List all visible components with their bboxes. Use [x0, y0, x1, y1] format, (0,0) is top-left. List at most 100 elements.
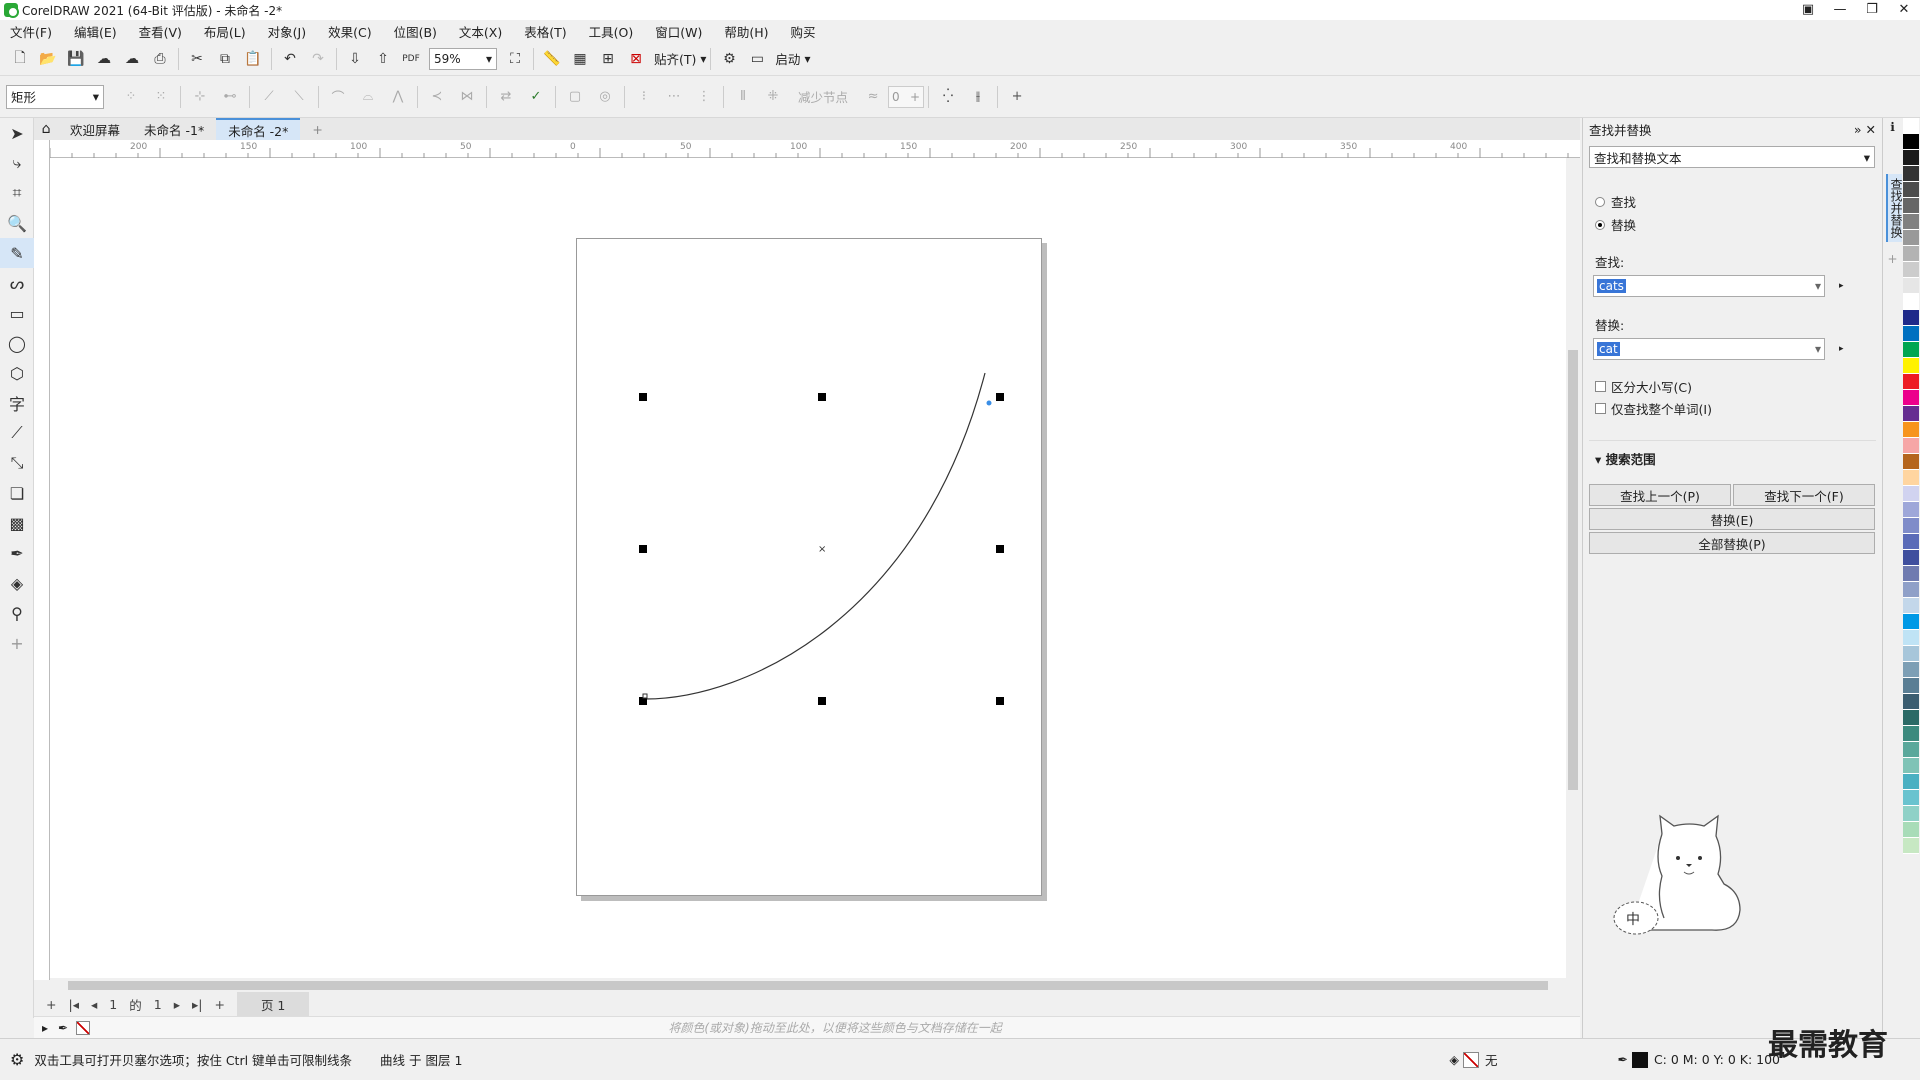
collapse-icon[interactable]: » — [1854, 122, 1862, 137]
select-all-icon[interactable]: ⁜ — [762, 86, 784, 108]
first-page-icon[interactable]: |◂ — [68, 997, 79, 1012]
palette-swatch[interactable] — [1903, 310, 1919, 326]
node-alignment-icon[interactable]: ⫲ — [967, 86, 989, 108]
join-nodes-icon[interactable]: ⟋ — [258, 86, 280, 108]
page-tab[interactable]: 页 1 — [236, 991, 310, 1017]
replace-all-button[interactable]: 全部替换(P) — [1589, 532, 1875, 554]
hints-icon[interactable]: ℹ — [1883, 120, 1902, 134]
smooth-node-icon[interactable]: ≺ — [426, 86, 448, 108]
elastic-mode-icon[interactable]: ⫴ — [732, 86, 754, 108]
palette-swatch[interactable] — [1903, 470, 1919, 486]
match-case-checkbox[interactable]: 区分大小写(C) — [1595, 377, 1870, 396]
redo-icon[interactable]: ↷ — [307, 48, 329, 70]
pick-tool-icon[interactable]: ➤ — [0, 118, 34, 148]
zoom-level-select[interactable]: 59% ▾ — [429, 47, 497, 70]
shape-type-select[interactable]: 矩形 ▾ — [6, 84, 104, 109]
add-docker-icon[interactable]: + — [1883, 252, 1902, 266]
grid-icon[interactable]: ▦ — [569, 48, 591, 70]
palette-swatch[interactable] — [1903, 678, 1919, 694]
menu-help[interactable]: 帮助(H) — [724, 22, 768, 41]
palette-swatch[interactable] — [1903, 118, 1919, 134]
parallel-dimension-icon[interactable]: ⟋ — [0, 418, 34, 448]
next-page-icon[interactable]: ▸ — [174, 997, 180, 1012]
full-screen-icon[interactable]: ⛶ — [504, 48, 526, 70]
tab-untitled-1[interactable]: 未命名 -1* — [132, 118, 216, 140]
palette-swatch[interactable] — [1903, 518, 1919, 534]
zoom-tool-icon[interactable]: 🔍 — [0, 208, 34, 238]
no-fill-swatch[interactable] — [1462, 1051, 1479, 1068]
cloud-upload-icon[interactable]: ☁ — [121, 48, 143, 70]
menu-object[interactable]: 对象(J) — [268, 22, 306, 41]
palette-swatch[interactable] — [1903, 774, 1919, 790]
palette-swatch[interactable] — [1903, 582, 1919, 598]
selection-handle[interactable] — [996, 393, 1004, 401]
snap-to-dropdown[interactable]: 贴齐(T) — [654, 49, 696, 68]
crop-tool-icon[interactable]: ⌗ — [0, 178, 34, 208]
add-tool-icon[interactable]: + — [0, 628, 34, 658]
cloud-download-icon[interactable]: ☁ — [93, 48, 115, 70]
break-curve-icon[interactable]: ⟍ — [288, 86, 310, 108]
palette-swatch[interactable] — [1903, 198, 1919, 214]
palette-swatch[interactable] — [1903, 742, 1919, 758]
launch-icon[interactable]: ▭ — [746, 48, 768, 70]
nodes-icon[interactable]: ⁙ — [150, 86, 172, 108]
find-input[interactable]: cats ▾ — [1593, 275, 1825, 297]
palette-swatch[interactable] — [1903, 182, 1919, 198]
vertical-scroll-thumb[interactable] — [1568, 350, 1578, 790]
tab-welcome[interactable]: 欢迎屏幕 — [58, 118, 132, 140]
palette-swatch[interactable] — [1903, 758, 1919, 774]
palette-swatch[interactable] — [1903, 806, 1919, 822]
palette-swatch[interactable] — [1903, 694, 1919, 710]
nodes-selection-icon[interactable]: ⁛ — [937, 86, 959, 108]
palette-swatch[interactable] — [1903, 502, 1919, 518]
menu-bitmap[interactable]: 位图(B) — [394, 22, 437, 41]
end-node[interactable] — [986, 400, 992, 406]
palette-swatch[interactable] — [1903, 246, 1919, 262]
palette-swatch[interactable] — [1903, 630, 1919, 646]
rectangle-tool-icon[interactable]: ▭ — [0, 298, 34, 328]
whole-word-checkbox[interactable]: 仅查找整个单词(I) — [1595, 399, 1870, 418]
extend-curve-icon[interactable]: ✓ — [525, 86, 547, 108]
menu-effects[interactable]: 效果(C) — [328, 22, 371, 41]
polygon-tool-icon[interactable]: ⬡ — [0, 358, 34, 388]
reduce-nodes-button[interactable]: 减少节点 — [798, 87, 848, 106]
palette-swatch[interactable] — [1903, 566, 1919, 582]
palette-swatch[interactable] — [1903, 374, 1919, 390]
replace-button[interactable]: 替换(E) — [1589, 508, 1875, 530]
chevron-down-icon[interactable]: ▾ — [700, 52, 706, 66]
selection-handle[interactable] — [639, 393, 647, 401]
artistic-media-icon[interactable]: ᔕ — [0, 268, 34, 298]
freehand-tool-icon[interactable]: ✎ — [0, 238, 34, 268]
settings-gear-icon[interactable]: ⚙ — [10, 1050, 24, 1069]
rotate-nodes-icon[interactable]: ⁝ — [633, 86, 655, 108]
radio-replace[interactable]: 替换 — [1595, 215, 1870, 234]
close-icon[interactable]: ✕ — [1888, 0, 1920, 20]
reverse-direction-icon[interactable]: ⇄ — [495, 86, 517, 108]
replace-options-arrow-icon[interactable]: ▸ — [1839, 344, 1844, 354]
find-mode-select[interactable]: 查找和替换文本 ▾ — [1589, 146, 1875, 168]
import-icon[interactable]: ⇩ — [344, 48, 366, 70]
palette-swatch[interactable] — [1903, 822, 1919, 838]
palette-swatch[interactable] — [1903, 454, 1919, 470]
palette-swatch[interactable] — [1903, 134, 1919, 150]
last-page-icon[interactable]: ▸| — [192, 997, 203, 1012]
save-icon[interactable]: 💾 — [65, 48, 87, 70]
palette-swatch[interactable] — [1903, 726, 1919, 742]
no-color-swatch[interactable] — [76, 1020, 91, 1035]
cusp-node-icon[interactable]: ⋀ — [387, 86, 409, 108]
palette-swatch[interactable] — [1903, 790, 1919, 806]
palette-swatch[interactable] — [1903, 646, 1919, 662]
fill-icon[interactable]: ◈ — [1449, 1052, 1459, 1067]
palette-swatch[interactable] — [1903, 614, 1919, 630]
menu-view[interactable]: 查看(V) — [139, 22, 182, 41]
symmetric-node-icon[interactable]: ⋈ — [456, 86, 478, 108]
palette-swatch[interactable] — [1903, 278, 1919, 294]
palette-swatch[interactable] — [1903, 710, 1919, 726]
palette-swatch[interactable] — [1903, 422, 1919, 438]
palette-swatch[interactable] — [1903, 390, 1919, 406]
transparency-icon[interactable]: ▩ — [0, 508, 34, 538]
outline-color-swatch[interactable] — [1631, 1051, 1648, 1068]
new-document-icon[interactable]: 🗋 — [9, 48, 31, 70]
options-gear-icon[interactable]: ⚙ — [718, 48, 740, 70]
palette-swatch[interactable] — [1903, 662, 1919, 678]
